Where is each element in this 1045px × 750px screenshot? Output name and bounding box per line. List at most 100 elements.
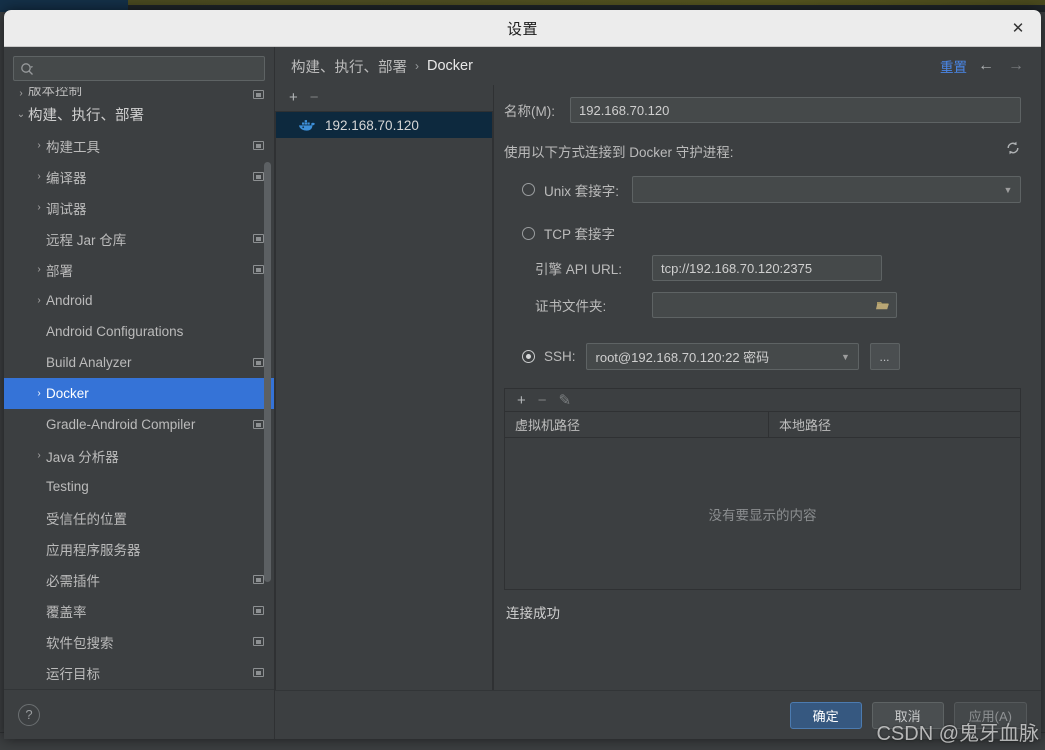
- status-badge: 连接成功: [504, 590, 1021, 622]
- sidebar-item-19[interactable]: 运行目标: [4, 657, 274, 688]
- refresh-icon[interactable]: [1005, 140, 1021, 161]
- chevron-right-icon[interactable]: ›: [32, 296, 46, 306]
- settings-content: 构建、执行、部署 › Docker 重置 ← → + −: [275, 47, 1041, 739]
- sidebar-item-7[interactable]: ›Android: [4, 285, 274, 316]
- chevron-right-icon[interactable]: ›: [32, 265, 46, 275]
- settings-sidebar: ›版本控制⌄构建、执行、部署›构建工具›编译器›调试器远程 Jar 仓库›部署›…: [4, 47, 275, 739]
- server-list-toolbar: + −: [275, 85, 493, 109]
- reset-button[interactable]: 重置: [940, 56, 967, 76]
- settings-sync-icon: [253, 668, 264, 677]
- api-url-row: 引擎 API URL: tcp://192.168.70.120:2375: [504, 255, 1021, 281]
- column-header-vm-path[interactable]: 虚拟机路径: [505, 412, 769, 437]
- ssh-config-combo[interactable]: root@192.168.70.120:22 密码 ▼: [586, 343, 859, 370]
- tcp-socket-row: TCP 套接字: [504, 223, 1021, 243]
- sidebar-item-label: 远程 Jar 仓库: [46, 229, 253, 249]
- ssh-row: SSH: root@192.168.70.120:22 密码 ▼ ...: [504, 343, 1021, 370]
- ssh-radio[interactable]: [522, 350, 535, 363]
- sidebar-item-label: 版本控制: [28, 87, 253, 99]
- server-list-pane: + −: [275, 85, 494, 690]
- unix-socket-combo[interactable]: ▼: [632, 176, 1021, 203]
- sidebar-item-5[interactable]: 远程 Jar 仓库: [4, 223, 274, 254]
- add-mapping-button[interactable]: +: [517, 393, 526, 408]
- sidebar-item-18[interactable]: 软件包搜索: [4, 626, 274, 657]
- sidebar-item-16[interactable]: 必需插件: [4, 564, 274, 595]
- cancel-button[interactable]: 取消: [872, 702, 944, 729]
- sidebar-item-label: Android Configurations: [46, 324, 264, 339]
- sidebar-item-4[interactable]: ›调试器: [4, 192, 274, 223]
- folder-icon[interactable]: [872, 299, 894, 311]
- search-input[interactable]: [34, 61, 258, 77]
- tcp-socket-label: TCP 套接字: [544, 223, 615, 243]
- help-icon[interactable]: ?: [18, 704, 40, 726]
- sidebar-item-label: 调试器: [46, 198, 264, 218]
- docker-panes: + −: [275, 85, 1041, 690]
- settings-tree: ›版本控制⌄构建、执行、部署›构建工具›编译器›调试器远程 Jar 仓库›部署›…: [4, 87, 274, 689]
- settings-dialog: 设置 ✕ ›版本控制⌄构建、执行、部署›构建工具›编: [4, 10, 1041, 739]
- remove-mapping-button[interactable]: −: [538, 393, 547, 408]
- back-arrow-icon[interactable]: ←: [975, 57, 997, 75]
- docker-whale-icon: [298, 118, 317, 132]
- settings-sync-icon: [253, 90, 264, 99]
- sidebar-item-label: Gradle-Android Compiler: [46, 417, 253, 432]
- docker-form: 名称(M): 192.168.70.120 使用以下方式连接到 Docker 守…: [494, 85, 1041, 690]
- certs-folder-field[interactable]: [652, 292, 897, 318]
- api-url-field[interactable]: tcp://192.168.70.120:2375: [652, 255, 882, 281]
- search-box[interactable]: [13, 56, 265, 81]
- sidebar-item-label: 运行目标: [46, 663, 253, 683]
- sidebar-item-1[interactable]: ⌄构建、执行、部署: [4, 99, 274, 130]
- tcp-socket-radio[interactable]: [522, 227, 535, 240]
- sidebar-item-15[interactable]: 应用程序服务器: [4, 533, 274, 564]
- sidebar-item-10[interactable]: ›Docker: [4, 378, 274, 409]
- chevron-right-icon[interactable]: ›: [32, 203, 46, 213]
- ok-button[interactable]: 确定: [790, 702, 862, 729]
- server-list: 192.168.70.120: [275, 111, 493, 690]
- chevron-right-icon[interactable]: ›: [32, 389, 46, 399]
- sidebar-scrollbar[interactable]: [264, 162, 271, 582]
- breadcrumb-parent[interactable]: 构建、执行、部署: [291, 56, 407, 77]
- chevron-down-icon: ▼: [1000, 185, 1016, 195]
- column-header-local-path[interactable]: 本地路径: [769, 412, 1020, 437]
- chevron-down-icon[interactable]: ⌄: [14, 110, 28, 120]
- sidebar-item-label: 构建工具: [46, 136, 253, 156]
- name-field[interactable]: 192.168.70.120: [570, 97, 1021, 123]
- chevron-right-icon[interactable]: ›: [32, 451, 46, 461]
- list-item-label: 192.168.70.120: [325, 118, 419, 133]
- connect-heading: 使用以下方式连接到 Docker 守护进程:: [504, 141, 1005, 161]
- sidebar-item-13[interactable]: Testing: [4, 471, 274, 502]
- sidebar-item-14[interactable]: 受信任的位置: [4, 502, 274, 533]
- apply-button[interactable]: 应用(A): [954, 702, 1027, 729]
- chevron-right-icon[interactable]: ›: [32, 172, 46, 182]
- sidebar-item-3[interactable]: ›编译器: [4, 161, 274, 192]
- close-icon[interactable]: ✕: [1005, 15, 1031, 41]
- breadcrumb: 构建、执行、部署 › Docker 重置 ← →: [275, 47, 1041, 85]
- edit-mapping-button[interactable]: ✎: [559, 393, 572, 408]
- add-server-button[interactable]: +: [289, 90, 298, 105]
- breadcrumb-current: Docker: [427, 58, 473, 74]
- search-icon: [20, 62, 34, 76]
- sidebar-item-label: 应用程序服务器: [46, 539, 264, 559]
- connect-heading-row: 使用以下方式连接到 Docker 守护进程:: [504, 140, 1021, 161]
- sidebar-item-17[interactable]: 覆盖率: [4, 595, 274, 626]
- sidebar-item-12[interactable]: ›Java 分析器: [4, 440, 274, 471]
- chevron-right-icon[interactable]: ›: [14, 89, 28, 99]
- sidebar-item-2[interactable]: ›构建工具: [4, 130, 274, 161]
- sidebar-item-9[interactable]: Build Analyzer: [4, 347, 274, 378]
- dialog-footer: 确定 取消 应用(A): [275, 690, 1041, 739]
- settings-sync-icon: [253, 420, 264, 429]
- sidebar-item-6[interactable]: ›部署: [4, 254, 274, 285]
- sidebar-item-label: Android: [46, 293, 264, 308]
- path-mappings-table: + − ✎ 虚拟机路径 本地路径 没有要显示的内容: [504, 388, 1021, 590]
- remove-server-button[interactable]: −: [310, 90, 319, 105]
- list-item[interactable]: 192.168.70.120: [276, 112, 492, 138]
- sidebar-item-11[interactable]: Gradle-Android Compiler: [4, 409, 274, 440]
- dialog-titlebar: 设置 ✕: [4, 10, 1041, 47]
- settings-sync-icon: [253, 637, 264, 646]
- ssh-more-button[interactable]: ...: [870, 343, 900, 370]
- sidebar-item-8[interactable]: Android Configurations: [4, 316, 274, 347]
- chevron-right-icon[interactable]: ›: [32, 141, 46, 151]
- forward-arrow-icon[interactable]: →: [1005, 57, 1027, 75]
- sidebar-item-label: 软件包搜索: [46, 632, 253, 652]
- ssh-label: SSH:: [544, 349, 576, 364]
- sidebar-item-0[interactable]: ›版本控制: [4, 87, 274, 99]
- unix-socket-radio[interactable]: [522, 183, 535, 196]
